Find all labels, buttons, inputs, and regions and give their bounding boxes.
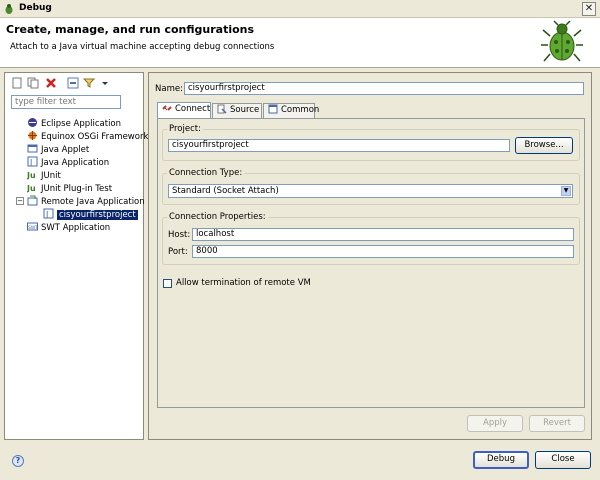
applet-icon [27,144,38,153]
connect-tab-body: Project: cisyourfirstproject Browse... C… [157,118,585,408]
help-icon[interactable]: ? [12,455,24,467]
view-menu-chevron-down-icon[interactable] [101,77,109,89]
svg-text:J: J [45,210,48,219]
tree-item-label: Java Applet [41,145,90,155]
tree-item-cisyourfirstproject[interactable]: Jcisyourfirstproject [43,208,138,220]
allow-termination-label: Allow termination of remote VM [176,278,311,288]
tree-expander-remote-java[interactable]: − [16,197,24,205]
svg-text:J: J [29,158,32,167]
tab-connect[interactable]: Connect [157,102,211,119]
launch-config-tree-pane: Eclipse Application Equinox OSGi Framewo… [4,72,148,440]
port-input[interactable]: 8000 [192,245,574,258]
name-label: Name: [155,84,183,94]
banner-heading: Create, manage, and run configurations [6,23,255,36]
svg-text:Ju: Ju [27,171,36,180]
revert-button[interactable]: Revert [529,415,585,432]
tree-item-label: JUnit Plug-in Test [41,184,113,194]
window-titlebar: Debug ✕ [0,0,600,18]
host-label: Host: [168,230,191,240]
tab-label: Source [230,105,260,115]
tab-label: Connect [175,104,211,114]
tree-item-label: Eclipse Application [41,119,122,129]
tree-item-java-applet[interactable]: Java Applet [27,143,89,155]
delete-config-icon[interactable] [45,77,57,89]
debug-button[interactable]: Debug [473,451,529,469]
connection-type-select[interactable]: Standard (Socket Attach) ▼ [168,184,573,198]
osgi-icon [28,131,37,140]
eclipse-icon [28,118,37,127]
collapse-all-icon[interactable] [67,77,79,89]
connect-icon [162,105,172,111]
config-icon: J [43,208,54,219]
banner-subheading: Attach to a Java virtual machine accepti… [10,42,275,52]
filter-input[interactable] [11,95,121,109]
junit-plugin-icon: Ju [27,184,36,193]
tree-item-label: Remote Java Application [41,197,145,207]
apply-button[interactable]: Apply [467,415,523,432]
junit-icon: Ju [27,171,36,180]
connection-properties-group-title: Connection Properties: [167,212,268,222]
window-title: Debug [19,3,52,13]
tree-item-junit-plugin-test[interactable]: Ju JUnit Plug-in Test [27,182,112,194]
allow-termination-checkbox[interactable] [163,279,172,288]
tree-item-label: Java Application [41,158,110,168]
tree-item-eclipse-application[interactable]: Eclipse Application [27,117,121,129]
tab-common[interactable]: Common [263,103,319,118]
tree-item-equinox-osgi[interactable]: Equinox OSGi Framework [27,130,148,142]
window-close-button[interactable]: ✕ [582,2,596,16]
config-editor-pane: Name: cisyourfirstproject Connect Source… [148,72,592,440]
common-icon [268,104,278,114]
filter-configs-icon[interactable] [83,77,95,89]
browse-button[interactable]: Browse... [515,137,573,154]
tab-source[interactable]: Source [212,103,262,118]
connection-type-group-title: Connection Type: [167,168,245,178]
duplicate-config-icon[interactable] [27,77,39,89]
connection-properties-group: Connection Properties: Host: localhost P… [162,212,580,265]
svg-text:Ju: Ju [27,184,36,193]
connection-type-group: Connection Type: Standard (Socket Attach… [162,168,580,205]
new-config-icon[interactable] [11,77,23,89]
project-group-title: Project: [167,124,203,134]
tree-item-swt-application[interactable]: SWT SWT Application [27,221,110,233]
remote-java-icon [27,195,38,206]
header-banner: Create, manage, and run configurations A… [0,18,600,68]
project-input[interactable]: cisyourfirstproject [168,139,510,152]
port-label: Port: [168,247,188,257]
tab-label: Common [281,105,320,115]
tree-item-label: SWT Application [41,223,111,233]
chevron-down-icon[interactable]: ▼ [561,186,571,196]
close-button[interactable]: Close [535,451,591,469]
tree-item-label: cisyourfirstproject [57,210,138,220]
host-input[interactable]: localhost [192,228,574,241]
config-name-input[interactable]: cisyourfirstproject [184,82,584,95]
tree-item-java-application[interactable]: J Java Application [27,156,109,168]
debug-window-icon [5,4,13,14]
debug-bug-icon [541,20,583,62]
tree-item-remote-java-application[interactable]: Remote Java Application [27,195,145,207]
java-app-icon: J [27,156,38,167]
tree-item-junit[interactable]: Ju JUnit [27,169,61,181]
project-group: Project: cisyourfirstproject Browse... [162,124,580,161]
swt-icon: SWT [27,222,38,231]
tree-item-label: Equinox OSGi Framework [41,132,149,142]
tree-item-label: JUnit [41,171,61,181]
svg-text:SWT: SWT [28,225,38,231]
source-icon [217,104,227,114]
connection-type-value: Standard (Socket Attach) [172,186,279,196]
